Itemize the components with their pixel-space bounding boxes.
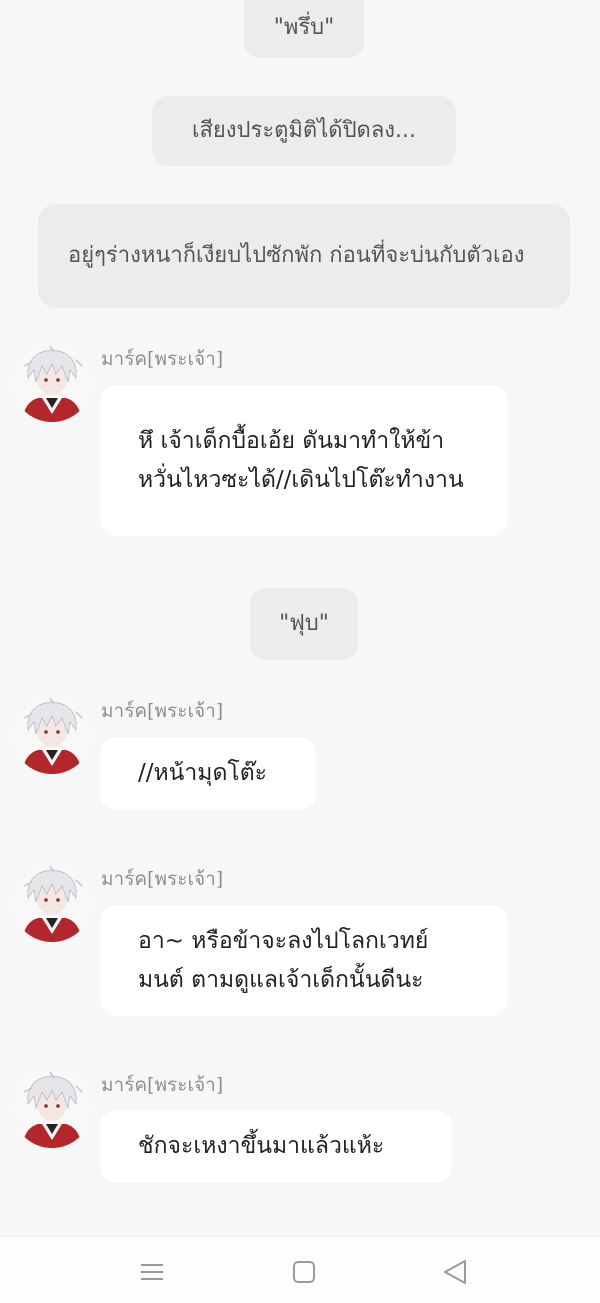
narration-bubble: "พรึ่บ": [244, 0, 364, 58]
system-navigation-bar: [0, 1236, 600, 1303]
sender-name: มาร์ค[พระเจ้า]: [101, 700, 224, 722]
chat-view: "พรึ่บ" เสียงประตูมิติได้ปิดลง... อยู่ๆร…: [0, 0, 600, 1236]
message-bubble: หึ เจ้าเด็กบื้อเอ้ย ดันมาทำให้ข้าหวั่นไห…: [100, 385, 508, 536]
narration-bubble: "ฟุบ": [250, 588, 358, 660]
avatar-icon[interactable]: [12, 694, 92, 774]
avatar-icon[interactable]: [12, 862, 92, 942]
message-bubble: ชักจะเหงาขึ้นมาแล้วแห้ะ: [100, 1110, 452, 1183]
message-bubble: อา~ หรือข้าจะลงไปโลกเวทย์มนต์ ตามดูแลเจ้…: [100, 905, 508, 1016]
narration-bubble: เสียงประตูมิติได้ปิดลง...: [152, 96, 456, 166]
back-triangle-icon[interactable]: [440, 1257, 470, 1287]
message-bubble: //หน้ามุดโต๊ะ: [100, 737, 316, 810]
menu-icon[interactable]: [137, 1257, 167, 1287]
sender-name: มาร์ค[พระเจ้า]: [101, 868, 224, 890]
avatar-icon[interactable]: [12, 342, 92, 422]
home-square-icon[interactable]: [289, 1257, 319, 1287]
avatar-icon[interactable]: [12, 1068, 92, 1148]
sender-name: มาร์ค[พระเจ้า]: [101, 348, 224, 370]
narration-bubble: อยู่ๆร่างหนาก็เงียบไปซักพัก ก่อนที่จะบ่น…: [38, 204, 570, 308]
sender-name: มาร์ค[พระเจ้า]: [101, 1074, 224, 1096]
